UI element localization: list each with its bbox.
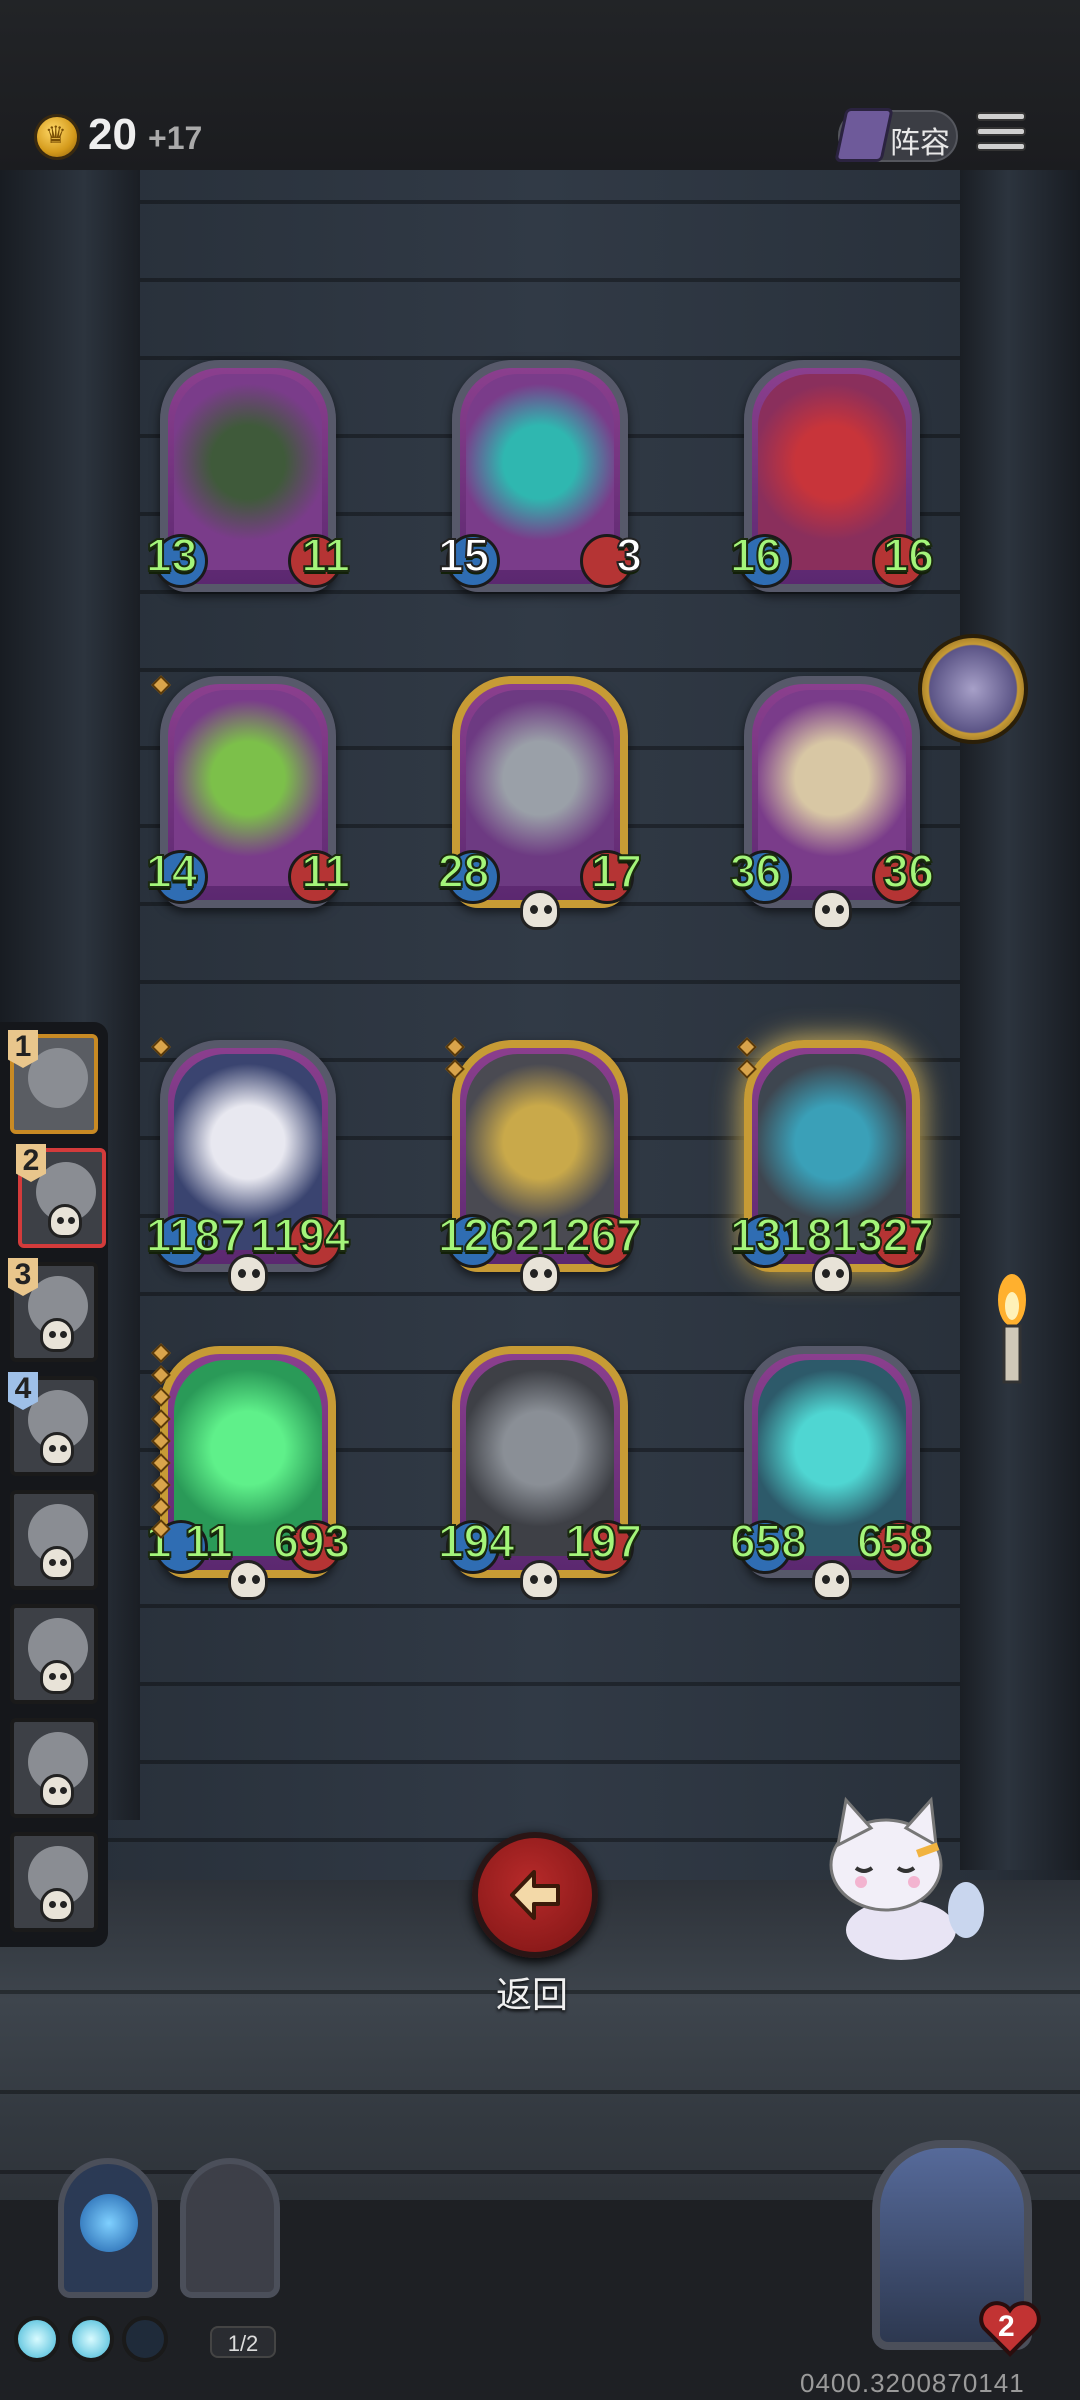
attack-value: 658 <box>729 1514 808 1568</box>
pocket-watch-icon[interactable] <box>918 634 1028 744</box>
crystal-ball-icon[interactable] <box>58 2158 158 2298</box>
attack-value: 194 <box>437 1514 516 1568</box>
armory-portrait[interactable] <box>180 2158 280 2298</box>
empty-orb-icon <box>122 2316 168 2362</box>
hamburger-menu-icon[interactable] <box>976 112 1026 160</box>
health-value: 693 <box>272 1514 351 1568</box>
return-button[interactable] <box>472 1832 598 1958</box>
health-value: 16 <box>882 528 935 582</box>
health-value: 17 <box>590 844 643 898</box>
attack-value: 16 <box>729 528 782 582</box>
roster-slot[interactable]: 1 <box>8 1030 98 1134</box>
minion-card-serpent-priestess[interactable]: 15 3 <box>437 360 643 592</box>
minion-card-green-phantom[interactable]: 1 11 693 <box>145 1346 351 1600</box>
skull-icon <box>40 1660 74 1694</box>
attack-value: 1262 <box>437 1208 541 1262</box>
health-value: 11 <box>300 528 351 582</box>
minion-card-armored-knight[interactable]: 1318 1327 <box>729 1040 935 1294</box>
attack-value: 13 <box>145 528 198 582</box>
mana-orb-icon <box>14 2316 60 2362</box>
health-value: 1194 <box>249 1208 351 1262</box>
minion-card-jester-puppet[interactable]: 16 16 <box>729 360 935 592</box>
return-label: 返回 <box>496 1974 569 2015</box>
gold-income: +17 <box>148 120 203 156</box>
skull-icon <box>48 1204 82 1238</box>
hero-lives: 2 <box>998 2310 1015 2343</box>
minion-card-horn-beast[interactable]: 28 17 <box>437 676 643 930</box>
health-value: 36 <box>882 844 935 898</box>
build-id: 0400.3200870141 <box>800 2368 1025 2398</box>
roster-slot[interactable]: 4 <box>8 1372 98 1476</box>
skull-icon <box>40 1318 74 1352</box>
attack-value: 1318 <box>729 1208 833 1262</box>
roster-slot[interactable]: 3 <box>8 1258 98 1362</box>
roster-slot[interactable] <box>10 1832 98 1932</box>
health-value: 197 <box>564 1514 643 1568</box>
roster-slot[interactable]: 2 <box>16 1144 106 1248</box>
minion-card-brass-automaton[interactable]: 1262 1267 <box>437 1040 643 1294</box>
skull-icon <box>812 890 852 930</box>
attack-value: 14 <box>145 844 198 898</box>
attack-value: 1187 <box>145 1208 247 1262</box>
skull-icon <box>228 1560 268 1600</box>
cat-pet[interactable] <box>816 1790 986 1970</box>
health-value: 11 <box>300 844 351 898</box>
right-pillar <box>960 170 1080 1870</box>
opponent-roster: 1234 <box>0 1022 108 1947</box>
top-bar: 20 +17 阵容 <box>0 0 1080 170</box>
skull-icon <box>40 1888 74 1922</box>
skull-icon <box>40 1774 74 1808</box>
left-arrow-icon <box>510 1870 560 1920</box>
gold-amount: 20 <box>88 110 137 159</box>
skull-icon <box>520 1560 560 1600</box>
torch-icon <box>998 1274 1026 1384</box>
crown-coin-icon <box>34 114 80 160</box>
minion-card-masked-shaman[interactable]: 13 11 <box>145 360 351 592</box>
minion-card-bone-dragon[interactable]: 36 36 <box>729 676 935 930</box>
lineup-label: 阵容 <box>890 127 950 160</box>
minion-card-bell-robot[interactable]: 194 197 <box>437 1346 643 1600</box>
minion-card-horned-dragon[interactable]: 14 11 <box>145 676 351 908</box>
page-counter: 1/2 <box>210 2326 276 2358</box>
health-value: 1327 <box>831 1208 935 1262</box>
skull-icon <box>520 890 560 930</box>
skull-icon <box>40 1546 74 1580</box>
mana-orb-icon <box>68 2316 114 2362</box>
attack-value: 36 <box>729 844 782 898</box>
minion-card-spectral-giant[interactable]: 658 658 <box>729 1346 935 1600</box>
attack-value: 15 <box>437 528 490 582</box>
attack-value: 28 <box>437 844 490 898</box>
health-value: 3 <box>615 528 643 582</box>
hero-power-panel: 1/2 <box>10 2150 310 2370</box>
health-value: 1267 <box>539 1208 643 1262</box>
roster-slot[interactable] <box>10 1718 98 1818</box>
skull-icon <box>40 1432 74 1466</box>
health-value: 658 <box>856 1514 935 1568</box>
minion-card-star-wizard[interactable]: 1187 1194 <box>145 1040 351 1294</box>
roster-slot[interactable] <box>10 1490 98 1590</box>
roster-slot[interactable] <box>10 1604 98 1704</box>
skull-icon <box>812 1560 852 1600</box>
